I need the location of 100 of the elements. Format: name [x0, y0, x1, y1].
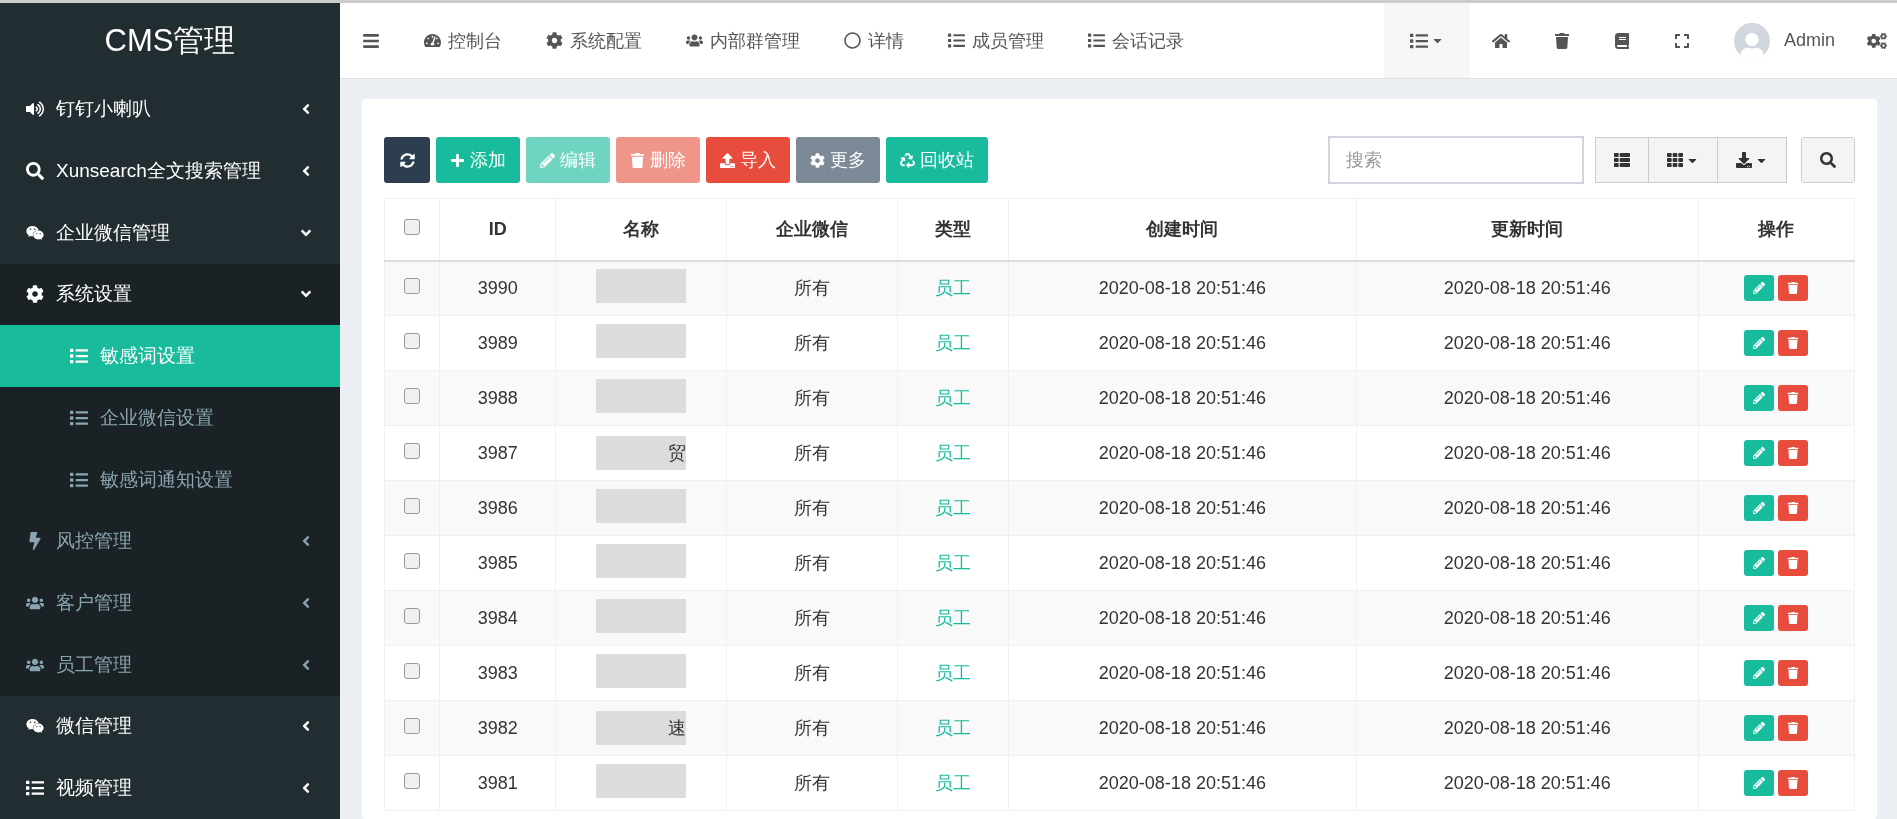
delete-button[interactable] — [1778, 385, 1809, 411]
checkbox[interactable] — [404, 218, 421, 235]
table-cell: 2020-08-18 20:51:46 — [1356, 645, 1699, 701]
checkbox[interactable] — [404, 387, 421, 404]
column-header[interactable]: 更新时间 — [1356, 198, 1699, 261]
table-cell: 2020-08-18 20:51:46 — [1356, 370, 1699, 426]
checkbox[interactable] — [404, 277, 421, 294]
nav-tab[interactable]: 详情 — [822, 3, 926, 78]
edit-button[interactable] — [1744, 275, 1775, 302]
edit-button[interactable] — [1744, 330, 1775, 356]
column-header[interactable]: 企业微信 — [726, 198, 898, 261]
sidebar-item[interactable]: 敏感词通知设置 — [0, 448, 340, 511]
trash-icon — [1787, 722, 1800, 734]
toolbar-button[interactable]: 导入 — [706, 137, 790, 183]
edit-button[interactable] — [1744, 715, 1775, 741]
plus-icon — [450, 152, 465, 168]
column-header[interactable]: ID — [439, 198, 556, 261]
delete-button[interactable] — [1778, 660, 1809, 686]
checkbox[interactable] — [404, 442, 421, 459]
sidebar-item[interactable]: 风控管理 — [0, 510, 340, 573]
edit-button[interactable] — [1744, 385, 1775, 411]
delete-button[interactable] — [1778, 275, 1809, 302]
table-cell: 2020-08-18 20:51:46 — [1356, 315, 1699, 371]
gauge-icon — [424, 32, 441, 49]
table-cell: 2020-08-18 20:51:46 — [1008, 645, 1357, 701]
table-cell: 所有 — [726, 535, 898, 591]
upload-icon — [720, 152, 735, 168]
table-cell: 3988 — [439, 370, 556, 426]
search-button[interactable] — [1801, 137, 1855, 183]
sidebar-item[interactable]: 员工管理 — [0, 633, 340, 696]
nav-tab[interactable]: 控制台 — [402, 3, 524, 78]
fullscreen-icon — [1673, 32, 1690, 49]
columns-button[interactable] — [1648, 137, 1718, 183]
table-cell: 所有 — [726, 755, 898, 811]
checkbox[interactable] — [404, 772, 421, 789]
home-icon — [1491, 31, 1510, 50]
delete-button[interactable] — [1778, 550, 1809, 576]
checkbox[interactable] — [404, 552, 421, 569]
gear-icon — [810, 152, 825, 168]
nav-tab[interactable]: 成员管理 — [926, 3, 1066, 78]
table-cell: 3982 — [439, 700, 556, 756]
trash-icon — [1787, 777, 1800, 789]
edit-button[interactable] — [1744, 660, 1775, 686]
refresh-button[interactable] — [384, 137, 430, 183]
checkbox[interactable] — [404, 497, 421, 514]
column-header[interactable]: 类型 — [897, 198, 1009, 261]
table-cell: 所有 — [726, 260, 898, 316]
toggle-view-button[interactable] — [1595, 137, 1649, 183]
checkbox[interactable] — [404, 332, 421, 349]
nav-tab[interactable]: 系统配置 — [524, 3, 664, 78]
edit-button[interactable] — [1744, 605, 1775, 631]
refresh-icon — [399, 152, 415, 168]
list-icon — [1088, 32, 1105, 49]
checkbox[interactable] — [404, 717, 421, 734]
nav-tab[interactable]: 内部群管理 — [664, 3, 822, 78]
edit-button[interactable] — [1744, 440, 1775, 466]
search-icon — [26, 162, 44, 180]
table-cell: 2020-08-18 20:51:46 — [1356, 480, 1699, 536]
delete-button[interactable] — [1778, 330, 1809, 356]
nav-tab-label: 控制台 — [448, 29, 502, 53]
export-button[interactable] — [1717, 137, 1787, 183]
pencil-icon — [1753, 667, 1766, 679]
table-cell: 3985 — [439, 535, 556, 591]
table-cell: 所有 — [726, 700, 898, 756]
menu-icon — [362, 31, 380, 50]
delete-button[interactable] — [1778, 440, 1809, 466]
delete-button[interactable] — [1778, 770, 1809, 796]
table-cell: 3981 — [439, 755, 556, 811]
edit-button[interactable] — [1744, 550, 1775, 576]
checkbox[interactable] — [404, 607, 421, 624]
edit-button[interactable] — [1744, 495, 1775, 521]
column-header[interactable]: 创建时间 — [1008, 198, 1357, 261]
column-header[interactable]: 操作 — [1698, 198, 1855, 261]
search-field[interactable]: 搜索 — [1328, 136, 1584, 184]
gear-icon — [546, 32, 563, 49]
delete-button[interactable] — [1778, 495, 1809, 521]
sidebar-item[interactable]: 系统设置 — [0, 263, 340, 326]
nav-tab[interactable]: 会话记录 — [1066, 3, 1206, 78]
table-cell: 2020-08-18 20:51:46 — [1008, 700, 1357, 756]
delete-button[interactable] — [1778, 715, 1809, 741]
edit-button[interactable] — [1744, 770, 1775, 796]
table-cell: 2020-08-18 20:51:46 — [1356, 755, 1699, 811]
table-cell: 3983 — [439, 645, 556, 701]
trash-icon — [1787, 667, 1800, 679]
app-title: CMS管理 — [103, 21, 237, 60]
checkbox[interactable] — [404, 662, 421, 679]
trash-icon — [1787, 392, 1800, 404]
nav-tab-label: 内部群管理 — [710, 29, 800, 53]
table-cell: 2020-08-18 20:51:46 — [1008, 755, 1357, 811]
column-header[interactable]: 名称 — [555, 198, 727, 261]
pencil-icon — [1753, 612, 1766, 624]
sidebar-item[interactable]: 企业微信设置 — [0, 387, 340, 449]
pencil-icon — [1753, 502, 1766, 514]
book-icon — [1613, 32, 1630, 49]
delete-button[interactable] — [1778, 605, 1809, 631]
search-icon — [1820, 152, 1836, 168]
user-name: Admin — [1783, 30, 1835, 51]
toolbar-button[interactable]: 更多 — [796, 137, 880, 183]
user-menu[interactable]: Admin — [1711, 3, 1857, 78]
sidebar-item[interactable]: 客户管理 — [0, 572, 340, 634]
